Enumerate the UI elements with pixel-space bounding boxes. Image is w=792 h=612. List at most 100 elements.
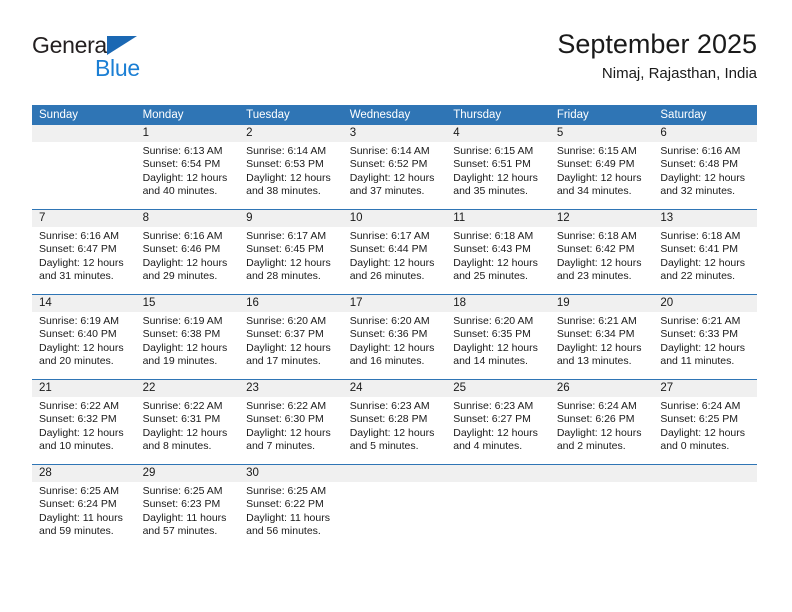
calendar-day-cell[interactable]: 16 Sunrise: 6:20 AM Sunset: 6:37 PM Dayligh… — [239, 294, 343, 380]
daylight-text-line1: Daylight: 12 hours — [453, 426, 538, 439]
calendar-day-cell[interactable]: 25 Sunrise: 6:23 AM Sunset: 6:27 PM Dayligh… — [446, 379, 550, 465]
day-details: Sunrise: 6:14 AM Sunset: 6:52 PM Daylight:… — [343, 142, 447, 198]
calendar-day-cell[interactable] — [342, 464, 447, 549]
calendar-day-cell[interactable]: 29 Sunrise: 6:25 AM Sunset: 6:23 PM Dayligh… — [135, 464, 240, 549]
day-number: 30 — [239, 465, 343, 482]
calendar-day-cell[interactable]: 5 Sunrise: 6:15 AM Sunset: 6:49 PM Daylight… — [549, 125, 654, 210]
calendar-day-cell[interactable]: 2 Sunrise: 6:14 AM Sunset: 6:53 PM Daylight… — [239, 125, 343, 210]
calendar-day-cell[interactable]: 18 Sunrise: 6:20 AM Sunset: 6:35 PM Dayligh… — [446, 294, 550, 380]
calendar-day-cell[interactable]: 26 Sunrise: 6:24 AM Sunset: 6:26 PM Dayligh… — [549, 379, 654, 465]
calendar-day-cell[interactable]: 14 Sunrise: 6:19 AM Sunset: 6:40 PM Dayligh… — [32, 294, 136, 380]
daylight-text-line1: Daylight: 12 hours — [660, 256, 746, 269]
calendar-day-cell[interactable]: 19 Sunrise: 6:21 AM Sunset: 6:34 PM Dayligh… — [549, 294, 654, 380]
weekday-header-friday: Friday — [549, 105, 654, 125]
calendar-day-cell[interactable] — [549, 464, 654, 549]
day-number: 17 — [342, 295, 447, 312]
day-details: Sunrise: 6:22 AM Sunset: 6:32 PM Daylight:… — [32, 397, 136, 453]
daylight-text-line1: Daylight: 12 hours — [246, 256, 331, 269]
daylight-text-line2: and 5 minutes. — [349, 439, 419, 452]
sunset-text: Sunset: 6:28 PM — [349, 413, 428, 426]
daylight-text-line2: and 14 minutes. — [453, 354, 528, 367]
calendar-day-cell[interactable]: 24 Sunrise: 6:23 AM Sunset: 6:28 PM Dayligh… — [342, 379, 447, 465]
weekday-header-sunday: Sunday — [32, 105, 136, 125]
daylight-text-line1: Daylight: 12 hours — [142, 256, 228, 269]
sunset-text: Sunset: 6:24 PM — [39, 498, 117, 511]
calendar-day-cell[interactable]: 7 Sunrise: 6:16 AM Sunset: 6:47 PM Daylight… — [32, 209, 136, 295]
calendar-day-cell[interactable]: 30 Sunrise: 6:25 AM Sunset: 6:22 PM Dayligh… — [239, 464, 343, 549]
sunset-text: Sunset: 6:42 PM — [556, 243, 635, 256]
day-number: 6 — [653, 125, 757, 142]
sunrise-text: Sunrise: 6:14 AM — [349, 145, 430, 157]
calendar-day-cell[interactable]: 23 Sunrise: 6:22 AM Sunset: 6:30 PM Dayligh… — [239, 379, 343, 465]
day-details: Sunrise: 6:25 AM Sunset: 6:24 PM Daylight:… — [32, 482, 136, 538]
sunrise-text: Sunrise: 6:20 AM — [453, 315, 534, 327]
daylight-text-line1: Daylight: 12 hours — [660, 426, 746, 439]
calendar-day-cell[interactable]: 27 Sunrise: 6:24 AM Sunset: 6:25 PM Dayligh… — [653, 379, 757, 465]
day-details: Sunrise: 6:24 AM Sunset: 6:26 PM Daylight:… — [550, 397, 654, 453]
calendar-day-cell[interactable]: 8 Sunrise: 6:16 AM Sunset: 6:46 PM Daylight… — [135, 209, 240, 295]
calendar-body: 1 Sunrise: 6:13 AM Sunset: 6:54 PM Daylight… — [32, 125, 757, 549]
day-details: Sunrise: 6:23 AM Sunset: 6:27 PM Daylight:… — [446, 397, 550, 453]
sunset-text: Sunset: 6:45 PM — [246, 243, 324, 256]
day-details: Sunrise: 6:18 AM Sunset: 6:43 PM Daylight:… — [446, 227, 550, 283]
calendar-day-cell[interactable] — [653, 464, 757, 549]
calendar-day-cell[interactable]: 21 Sunrise: 6:22 AM Sunset: 6:32 PM Dayligh… — [32, 379, 136, 465]
day-details: Sunrise: 6:24 AM Sunset: 6:25 PM Daylight:… — [653, 397, 757, 453]
daylight-text-line1: Daylight: 12 hours — [246, 341, 331, 354]
daylight-text-line2: and 29 minutes. — [142, 269, 218, 282]
calendar-day-cell[interactable]: 17 Sunrise: 6:20 AM Sunset: 6:36 PM Dayligh… — [342, 294, 447, 380]
daylight-text-line1: Daylight: 12 hours — [349, 426, 435, 439]
day-details — [446, 482, 550, 485]
calendar-day-cell[interactable]: 1 Sunrise: 6:13 AM Sunset: 6:54 PM Daylight… — [135, 125, 240, 210]
daylight-text-line2: and 13 minutes. — [556, 354, 632, 367]
daylight-text-line2: and 19 minutes. — [142, 354, 218, 367]
day-details: Sunrise: 6:22 AM Sunset: 6:30 PM Daylight:… — [239, 397, 343, 453]
calendar-week-row: 21 Sunrise: 6:22 AM Sunset: 6:32 PM Dayligh… — [32, 379, 757, 465]
sunset-text: Sunset: 6:36 PM — [349, 328, 428, 341]
sunrise-text: Sunrise: 6:18 AM — [453, 230, 534, 242]
calendar-day-cell[interactable]: 22 Sunrise: 6:22 AM Sunset: 6:31 PM Dayligh… — [135, 379, 240, 465]
sunset-text: Sunset: 6:23 PM — [142, 498, 221, 511]
sunrise-text: Sunrise: 6:25 AM — [246, 485, 327, 497]
sunrise-text: Sunrise: 6:15 AM — [556, 145, 637, 157]
day-details: Sunrise: 6:13 AM Sunset: 6:54 PM Daylight:… — [136, 142, 240, 198]
calendar-week-row: 1 Sunrise: 6:13 AM Sunset: 6:54 PM Daylight… — [32, 125, 757, 210]
generalblue-logo[interactable]: General Blue — [32, 28, 232, 84]
calendar-day-cell[interactable]: 28 Sunrise: 6:25 AM Sunset: 6:24 PM Dayligh… — [32, 464, 136, 549]
sunrise-text: Sunrise: 6:22 AM — [142, 400, 223, 412]
sunrise-text: Sunrise: 6:20 AM — [349, 315, 430, 327]
calendar-day-cell[interactable]: 11 Sunrise: 6:18 AM Sunset: 6:43 PM Dayligh… — [446, 209, 550, 295]
day-number: 13 — [653, 210, 757, 227]
title-block: September 2025 Nimaj, Rajasthan, India — [557, 28, 757, 85]
day-details — [32, 142, 136, 145]
daylight-text-line1: Daylight: 11 hours — [142, 511, 227, 524]
day-details: Sunrise: 6:22 AM Sunset: 6:31 PM Daylight:… — [136, 397, 240, 453]
day-number: 15 — [135, 295, 240, 312]
calendar-day-cell[interactable]: 3 Sunrise: 6:14 AM Sunset: 6:52 PM Daylight… — [342, 125, 447, 210]
sunrise-text: Sunrise: 6:13 AM — [142, 145, 223, 157]
day-details: Sunrise: 6:18 AM Sunset: 6:42 PM Daylight:… — [550, 227, 654, 283]
day-number: 4 — [446, 125, 550, 142]
day-number: 2 — [239, 125, 343, 142]
daylight-text-line1: Daylight: 12 hours — [453, 256, 538, 269]
calendar-day-cell[interactable]: 6 Sunrise: 6:16 AM Sunset: 6:48 PM Daylight… — [653, 125, 757, 210]
day-number: 21 — [32, 380, 136, 397]
daylight-text-line2: and 16 minutes. — [349, 354, 425, 367]
calendar-day-cell[interactable]: 15 Sunrise: 6:19 AM Sunset: 6:38 PM Dayligh… — [135, 294, 240, 380]
day-number: 14 — [32, 295, 136, 312]
daylight-text-line1: Daylight: 12 hours — [39, 341, 124, 354]
calendar-day-cell[interactable] — [446, 464, 550, 549]
calendar-day-cell[interactable]: 10 Sunrise: 6:17 AM Sunset: 6:44 PM Dayligh… — [342, 209, 447, 295]
sunset-text: Sunset: 6:53 PM — [246, 158, 324, 171]
calendar-day-cell[interactable]: 9 Sunrise: 6:17 AM Sunset: 6:45 PM Daylight… — [239, 209, 343, 295]
calendar-day-cell[interactable]: 12 Sunrise: 6:18 AM Sunset: 6:42 PM Dayligh… — [549, 209, 654, 295]
daylight-text-line1: Daylight: 12 hours — [349, 171, 435, 184]
sunset-text: Sunset: 6:51 PM — [453, 158, 531, 171]
calendar-day-cell[interactable] — [32, 125, 136, 210]
calendar-day-cell[interactable]: 4 Sunrise: 6:15 AM Sunset: 6:51 PM Daylight… — [446, 125, 550, 210]
daylight-text-line1: Daylight: 12 hours — [142, 171, 228, 184]
calendar-day-cell[interactable]: 13 Sunrise: 6:18 AM Sunset: 6:41 PM Dayligh… — [653, 209, 757, 295]
day-details: Sunrise: 6:25 AM Sunset: 6:23 PM Daylight:… — [136, 482, 240, 538]
calendar-day-cell[interactable]: 20 Sunrise: 6:21 AM Sunset: 6:33 PM Dayligh… — [653, 294, 757, 380]
day-number: 11 — [446, 210, 550, 227]
